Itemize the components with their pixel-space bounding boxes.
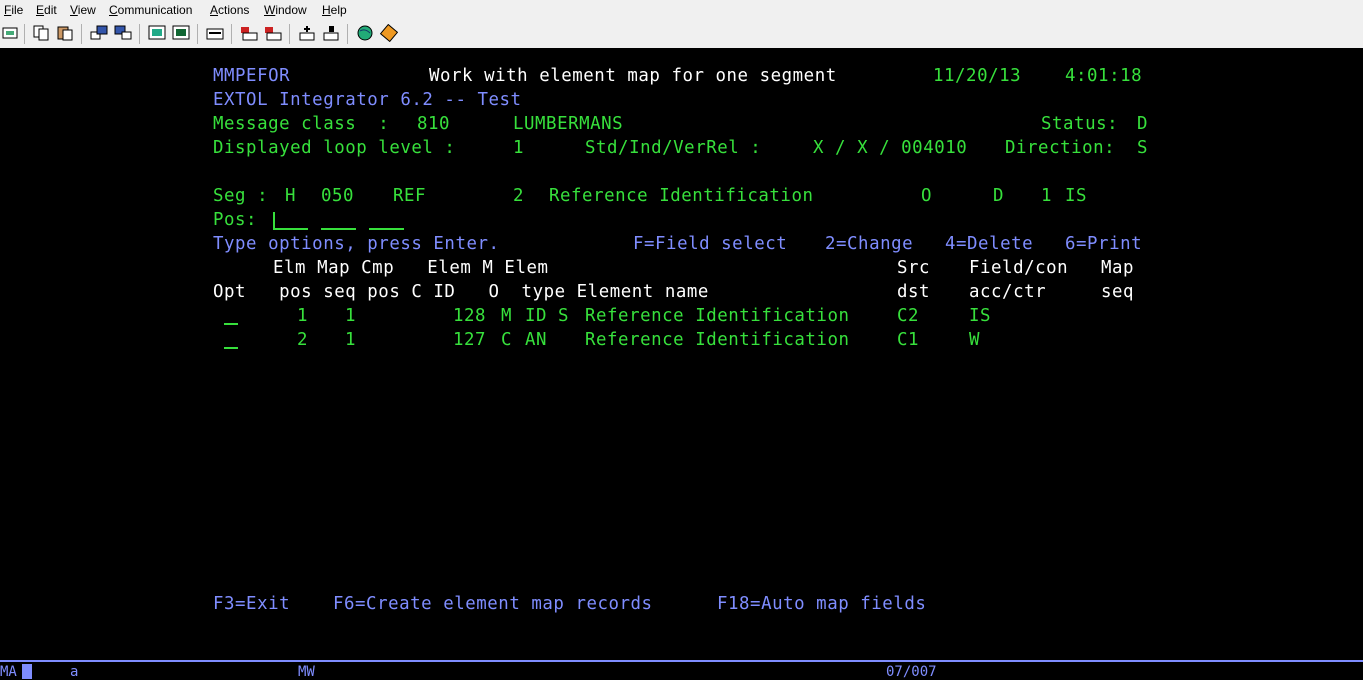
column-header-seq: seq [1101, 282, 1135, 302]
receive-icon[interactable] [114, 24, 132, 42]
seg-name: Reference Identification [549, 186, 814, 206]
status-value: D [1137, 114, 1149, 134]
status-session: a [70, 664, 79, 680]
screen-subtitle: EXTOL Integrator 6.2 -- Test [213, 90, 522, 110]
pos-input-1[interactable] [273, 228, 308, 230]
status-label: Status: [1041, 114, 1119, 134]
status-indicator: MW [298, 664, 315, 680]
option-field-select: F=Field select [633, 234, 788, 254]
keypad-icon[interactable] [172, 24, 190, 42]
display-icon[interactable] [148, 24, 166, 42]
row-map-seq: 1 [345, 306, 357, 326]
menu-help[interactable]: Help [322, 3, 347, 17]
std-value: X / X / 004010 [813, 138, 968, 158]
option-change: 2=Change [825, 234, 914, 254]
row-type: ID S [525, 306, 570, 326]
stop-icon[interactable] [322, 24, 340, 42]
menu-communication[interactable]: Communication [109, 3, 192, 17]
table-row: 2 [297, 330, 309, 350]
row-elem-id: 127 [453, 330, 487, 350]
column-header-acc: acc/ctr [969, 282, 1047, 302]
instructions: Type options, press Enter. [213, 234, 500, 254]
status-bar: MA a MW 07/007 [0, 660, 1363, 680]
row-src: C1 [897, 330, 920, 350]
seg-area: H [285, 186, 297, 206]
macro-icon[interactable] [206, 24, 224, 42]
seg-count: 1 [1041, 186, 1053, 206]
row-element-name: Reference Identification [585, 330, 850, 350]
column-header-2: Opt pos seq pos C ID O type Element name [213, 282, 709, 302]
row-mo: M [501, 306, 513, 326]
fkey-exit[interactable]: F3=Exit [213, 594, 290, 614]
seg-seq: 050 [321, 186, 355, 206]
screen-date: 11/20/13 [933, 66, 1022, 86]
menu-bar: File Edit View Communication Actions Win… [0, 0, 1363, 20]
loop-level-label: Displayed loop level : [213, 138, 456, 158]
row-1-option-input[interactable] [224, 306, 238, 326]
direction-value: S [1137, 138, 1149, 158]
option-print: 6=Print [1065, 234, 1143, 254]
paste-icon[interactable] [56, 24, 74, 42]
pos-label: Pos: [213, 210, 258, 230]
seg-code: IS [1065, 186, 1088, 206]
fkey-auto-map[interactable]: F18=Auto map fields [717, 594, 926, 614]
menu-view[interactable]: View [70, 3, 96, 17]
print-screen-icon[interactable] [1, 24, 19, 42]
menu-window[interactable]: Window [264, 3, 307, 17]
fkey-create-records[interactable]: F6=Create element map records [333, 594, 653, 614]
row-map-seq: 1 [345, 330, 357, 350]
menu-file[interactable]: File [4, 3, 23, 17]
pos-input-3[interactable] [369, 228, 404, 230]
record-icon[interactable] [240, 24, 258, 42]
row-mo: C [501, 330, 513, 350]
text-cursor [273, 212, 275, 228]
menu-actions[interactable]: Actions [210, 3, 249, 17]
send-icon[interactable] [90, 24, 108, 42]
message-class-value: 810 [417, 114, 451, 134]
column-header-map: Map [1101, 258, 1135, 278]
option-delete: 4=Delete [945, 234, 1034, 254]
row-elem-id: 128 [453, 306, 487, 326]
message-class-label: Message class : [213, 114, 390, 134]
table-row: 1 [297, 306, 309, 326]
direction-label: Direction: [1005, 138, 1116, 158]
screen-title: Work with element map for one segment [429, 66, 837, 86]
terminal-screen[interactable]: MMPEFOR Work with element map for one se… [0, 48, 1363, 660]
seg-flag: D [993, 186, 1005, 206]
row-field: IS [969, 306, 992, 326]
status-mode: MA [0, 664, 17, 680]
row-element-name: Reference Identification [585, 306, 850, 326]
column-header-1: Elm Map Cmp Elem M Elem [273, 258, 549, 278]
settings-icon[interactable] [380, 24, 398, 42]
row-field: W [969, 330, 981, 350]
globe-icon[interactable] [356, 24, 374, 42]
pos-input-2[interactable] [321, 228, 356, 230]
program-name: MMPEFOR [213, 66, 291, 86]
screen-time: 4:01:18 [1065, 66, 1143, 86]
std-label: Std/Ind/VerRel : [585, 138, 762, 158]
partner-name: LUMBERMANS [513, 114, 624, 134]
copy-icon[interactable] [32, 24, 50, 42]
cursor-position: 07/007 [886, 664, 937, 680]
row-type: AN [525, 330, 548, 350]
loop-level-value: 1 [513, 138, 525, 158]
seg-max: 2 [513, 186, 525, 206]
run-icon[interactable] [298, 24, 316, 42]
seg-id: REF [393, 186, 427, 206]
row-src: C2 [897, 306, 920, 326]
seg-req: O [921, 186, 933, 206]
column-header-field: Field/con [969, 258, 1069, 278]
column-header-src: Src [897, 258, 931, 278]
play-icon[interactable] [264, 24, 282, 42]
seg-label: Seg : [213, 186, 269, 206]
column-header-dst: dst [897, 282, 931, 302]
toolbar [0, 20, 1363, 49]
menu-edit[interactable]: Edit [36, 3, 57, 17]
row-2-option-input[interactable] [224, 330, 238, 350]
